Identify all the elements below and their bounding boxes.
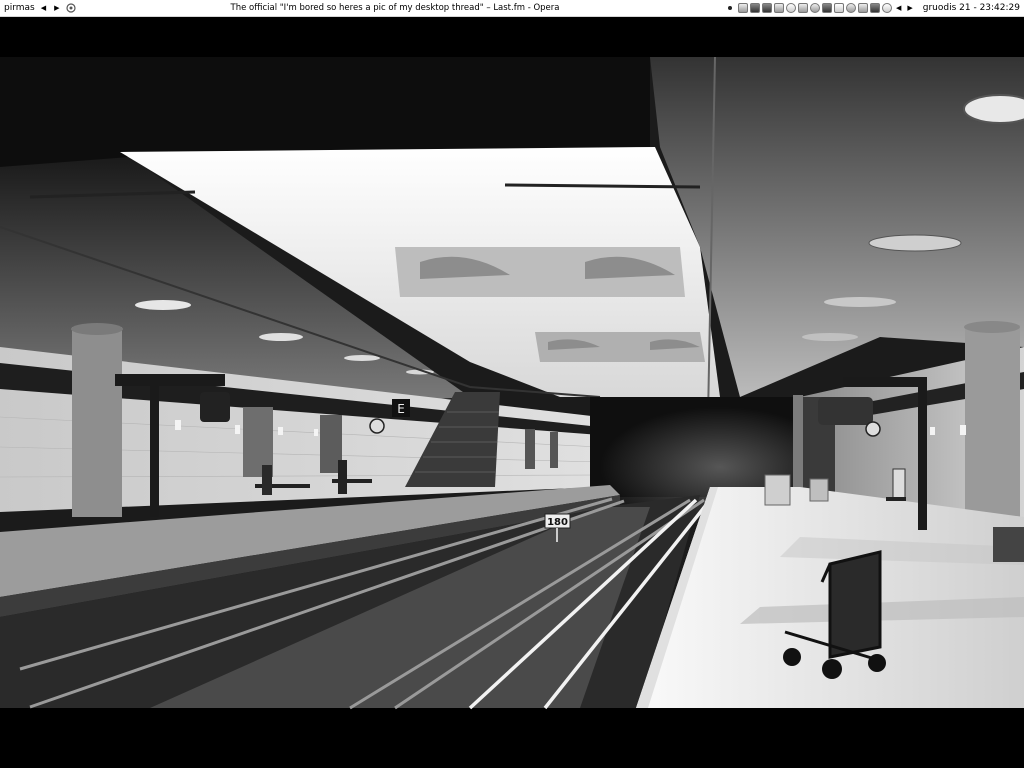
- download-icon[interactable]: [797, 3, 808, 13]
- tray-dot-icon: [727, 6, 732, 10]
- chat-icon[interactable]: [785, 3, 796, 13]
- system-tray: ◀ ▶ gruodis 21 - 23:42:29: [727, 0, 1020, 16]
- workspace-switcher[interactable]: pirmas ◀ ▶: [0, 3, 174, 13]
- wallpaper-train-station: E 180: [0, 17, 1024, 768]
- network-icon[interactable]: [737, 3, 748, 13]
- top-panel: pirmas ◀ ▶ The official "I'm bored so he…: [0, 0, 1024, 17]
- prev-workspace-arrow-icon[interactable]: ◀: [39, 4, 48, 12]
- svg-text:E: E: [397, 402, 405, 416]
- volume-icon[interactable]: [65, 3, 76, 13]
- next-workspace-arrow-icon[interactable]: ▶: [52, 4, 61, 12]
- photo-area: E 180: [0, 56, 1024, 710]
- shield-icon[interactable]: [809, 3, 820, 13]
- app-icon[interactable]: [749, 3, 760, 13]
- terminal-icon[interactable]: [761, 3, 772, 13]
- update-icon[interactable]: [869, 3, 880, 13]
- tray-next-arrow-icon[interactable]: ▶: [905, 4, 914, 12]
- desktop[interactable]: E 180: [0, 17, 1024, 768]
- settings-icon[interactable]: [773, 3, 784, 13]
- media-icon[interactable]: [833, 3, 844, 13]
- workspace-name[interactable]: pirmas: [4, 3, 35, 13]
- clock[interactable]: gruodis 21 - 23:42:29: [923, 3, 1020, 13]
- svg-text:180: 180: [547, 517, 568, 528]
- mail-icon[interactable]: [821, 3, 832, 13]
- power-icon[interactable]: [881, 3, 892, 13]
- tray-prev-arrow-icon[interactable]: ◀: [894, 4, 903, 12]
- sync-icon[interactable]: [845, 3, 856, 13]
- bluetooth-icon[interactable]: [857, 3, 868, 13]
